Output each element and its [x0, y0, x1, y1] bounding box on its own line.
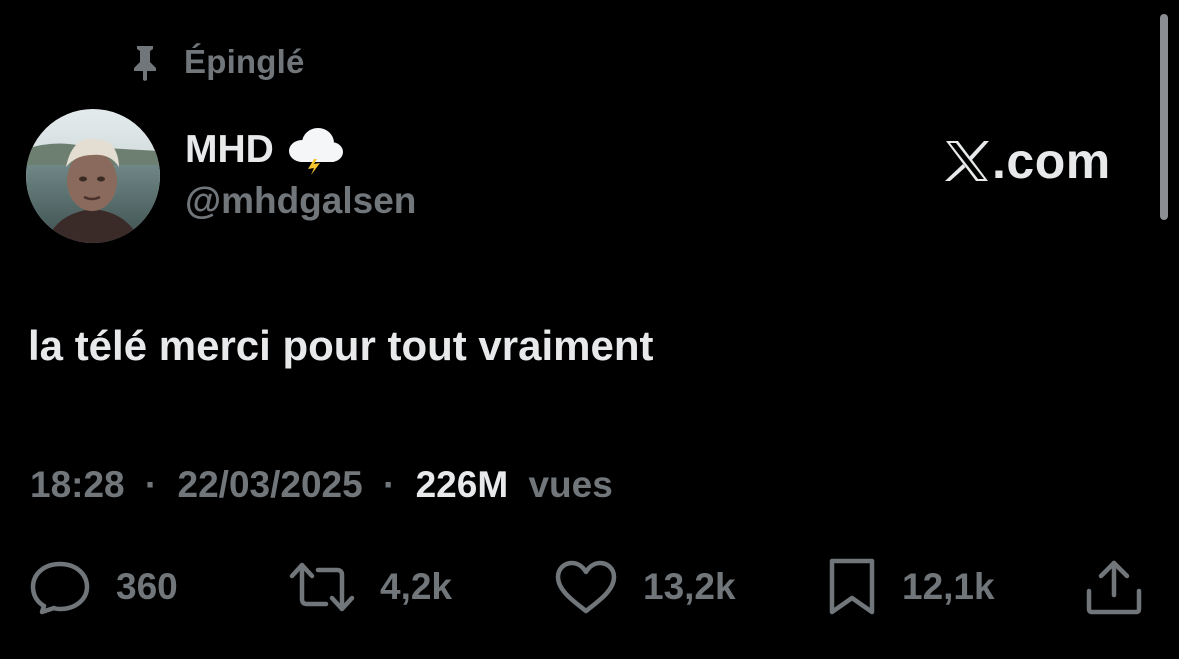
pinned-indicator: Épinglé — [128, 40, 305, 84]
share-icon — [1086, 560, 1142, 615]
display-name[interactable]: MHD — [185, 128, 274, 172]
views-count: 226M — [415, 464, 509, 505]
bookmark-icon — [829, 558, 875, 615]
author-handle[interactable]: @mhdgalsen — [185, 180, 416, 222]
repost-icon — [289, 562, 355, 612]
views-label: vues — [528, 464, 613, 505]
cloud-lightning-icon — [288, 128, 343, 175]
repost-count: 4,2k — [380, 566, 453, 607]
author-name-row: MHD — [185, 125, 344, 175]
x-com-watermark: .com — [944, 131, 1111, 191]
reply-button[interactable]: 360 — [28, 555, 178, 619]
repost-button[interactable]: 4,2k — [288, 555, 452, 619]
like-count: 13,2k — [643, 566, 736, 607]
meta-separator: · — [144, 464, 158, 505]
pinned-label: Épinglé — [184, 43, 305, 80]
brand-suffix: .com — [992, 133, 1111, 189]
tweet-time[interactable]: 18:28 — [30, 464, 125, 505]
reply-icon — [30, 561, 90, 615]
like-button[interactable]: 13,2k — [553, 555, 736, 619]
meta-separator: · — [383, 464, 396, 505]
scrollbar[interactable] — [1160, 14, 1168, 220]
tweet-date[interactable]: 22/03/2025 — [178, 464, 363, 505]
tweet-text: la télé merci pour tout vraiment — [28, 322, 654, 369]
reply-count: 360 — [116, 566, 178, 607]
heart-icon — [555, 560, 617, 614]
avatar[interactable] — [26, 109, 160, 243]
x-logo-icon — [945, 141, 989, 181]
share-button[interactable] — [1084, 555, 1144, 619]
action-bar: 360 4,2k 13,2k 12,1k — [0, 555, 1179, 625]
bookmark-count: 12,1k — [902, 566, 995, 607]
pin-icon — [134, 46, 156, 81]
tweet-screenshot: Épinglé MHD @mhdgalsen .com la télé merc… — [0, 0, 1179, 659]
bookmark-button[interactable]: 12,1k — [826, 555, 995, 619]
tweet-meta: 18:28 · 22/03/2025 · 226M vues — [30, 464, 613, 506]
